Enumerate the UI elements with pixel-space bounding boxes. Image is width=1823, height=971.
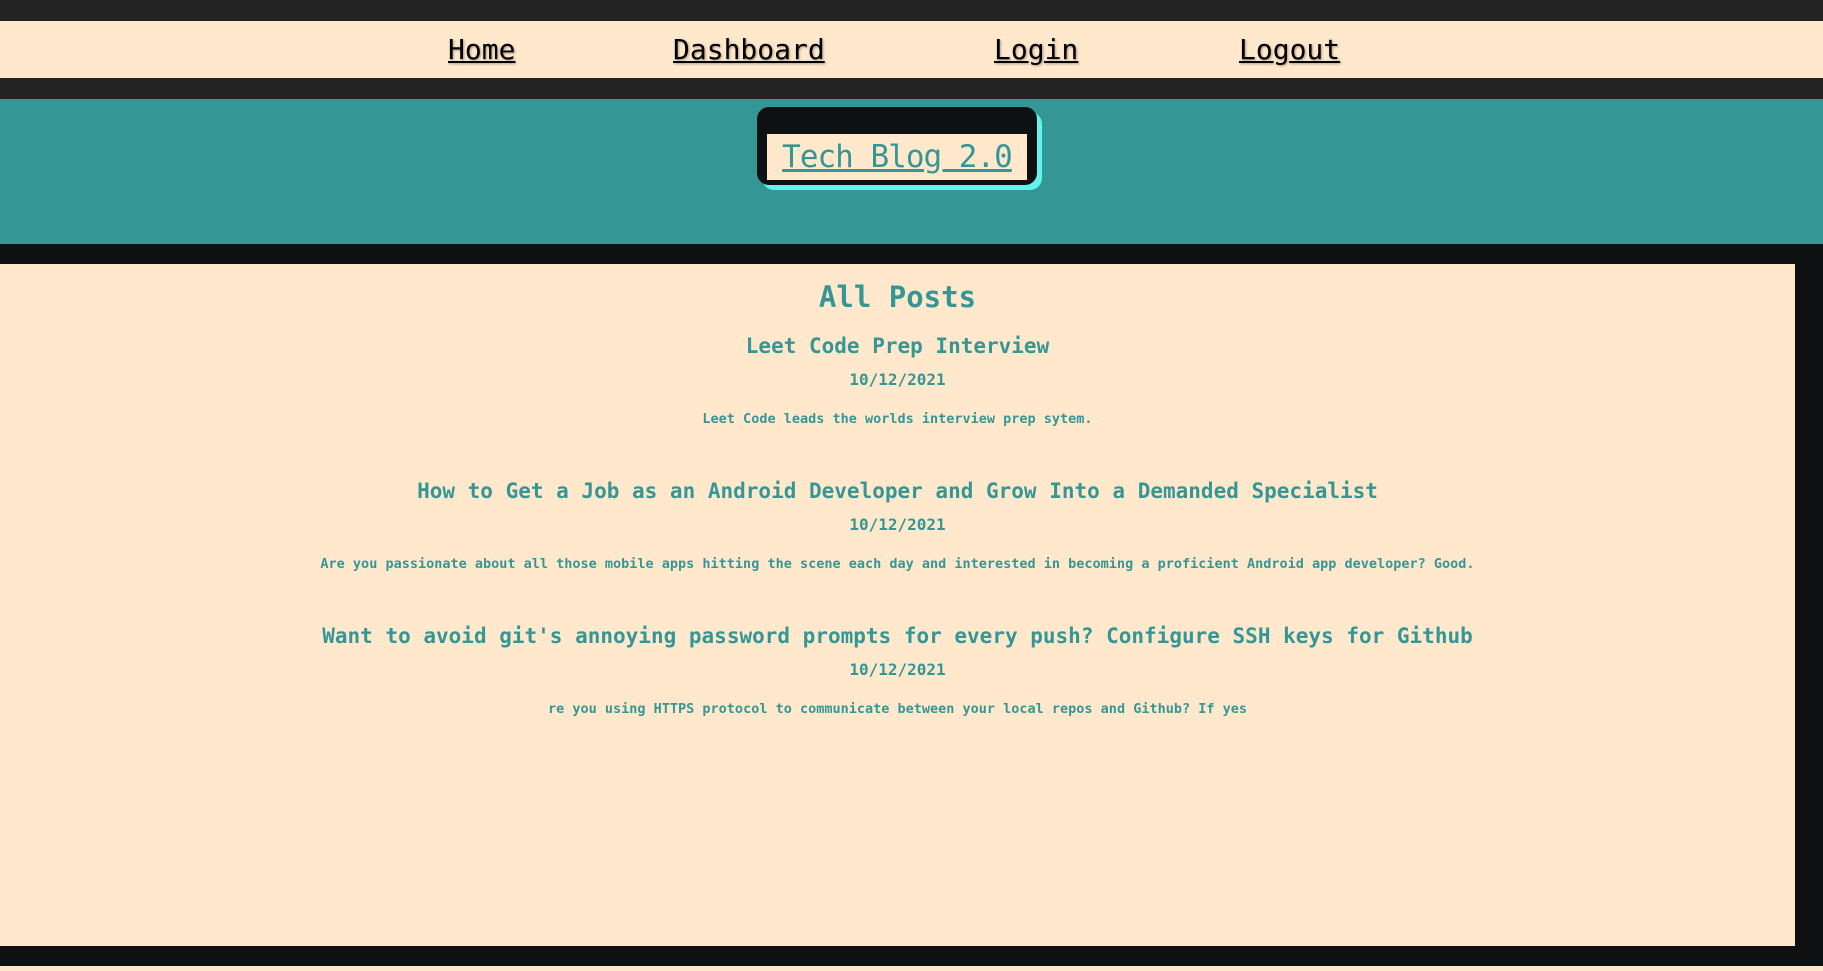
post-excerpt: Leet Code leads the worlds interview pre… [702, 411, 1093, 427]
right-border [1795, 244, 1823, 966]
post-date: 10/12/2021 [849, 370, 946, 389]
nav-link-login[interactable]: Login [994, 33, 1078, 66]
nav-link-logout[interactable]: Logout [1239, 33, 1340, 66]
post-date: 10/12/2021 [849, 515, 946, 534]
site-header: Tech Blog 2.0 [0, 99, 1823, 244]
footer-divider [0, 946, 1823, 966]
post-card: How to Get a Job as an Android Developer… [0, 479, 1795, 572]
post-excerpt: re you using HTTPS protocol to communica… [548, 701, 1247, 717]
page-title: All Posts [818, 280, 977, 314]
nav-divider [0, 78, 1823, 99]
nav-link-home[interactable]: Home [448, 33, 515, 66]
site-title-frame: Tech Blog 2.0 [767, 134, 1027, 180]
post-card: Want to avoid git's annoying password pr… [0, 624, 1795, 717]
post-excerpt: Are you passionate about all those mobil… [320, 556, 1475, 572]
post-title[interactable]: Want to avoid git's annoying password pr… [0, 624, 1795, 648]
post-card: Leet Code Prep Interview 10/12/2021 Leet… [0, 334, 1795, 427]
header-divider [0, 244, 1823, 264]
site-title-link[interactable]: Tech Blog 2.0 [782, 139, 1013, 175]
nav-link-dashboard[interactable]: Dashboard [673, 33, 825, 66]
top-strip [0, 0, 1823, 21]
post-title[interactable]: How to Get a Job as an Android Developer… [0, 479, 1795, 503]
bottom-edge [0, 966, 1823, 971]
post-date: 10/12/2021 [849, 660, 946, 679]
site-title-box: Tech Blog 2.0 [757, 107, 1037, 185]
top-navigation: Home Dashboard Login Logout [0, 21, 1823, 78]
post-title[interactable]: Leet Code Prep Interview [0, 334, 1795, 358]
posts-section: All Posts Leet Code Prep Interview 10/12… [0, 264, 1795, 946]
